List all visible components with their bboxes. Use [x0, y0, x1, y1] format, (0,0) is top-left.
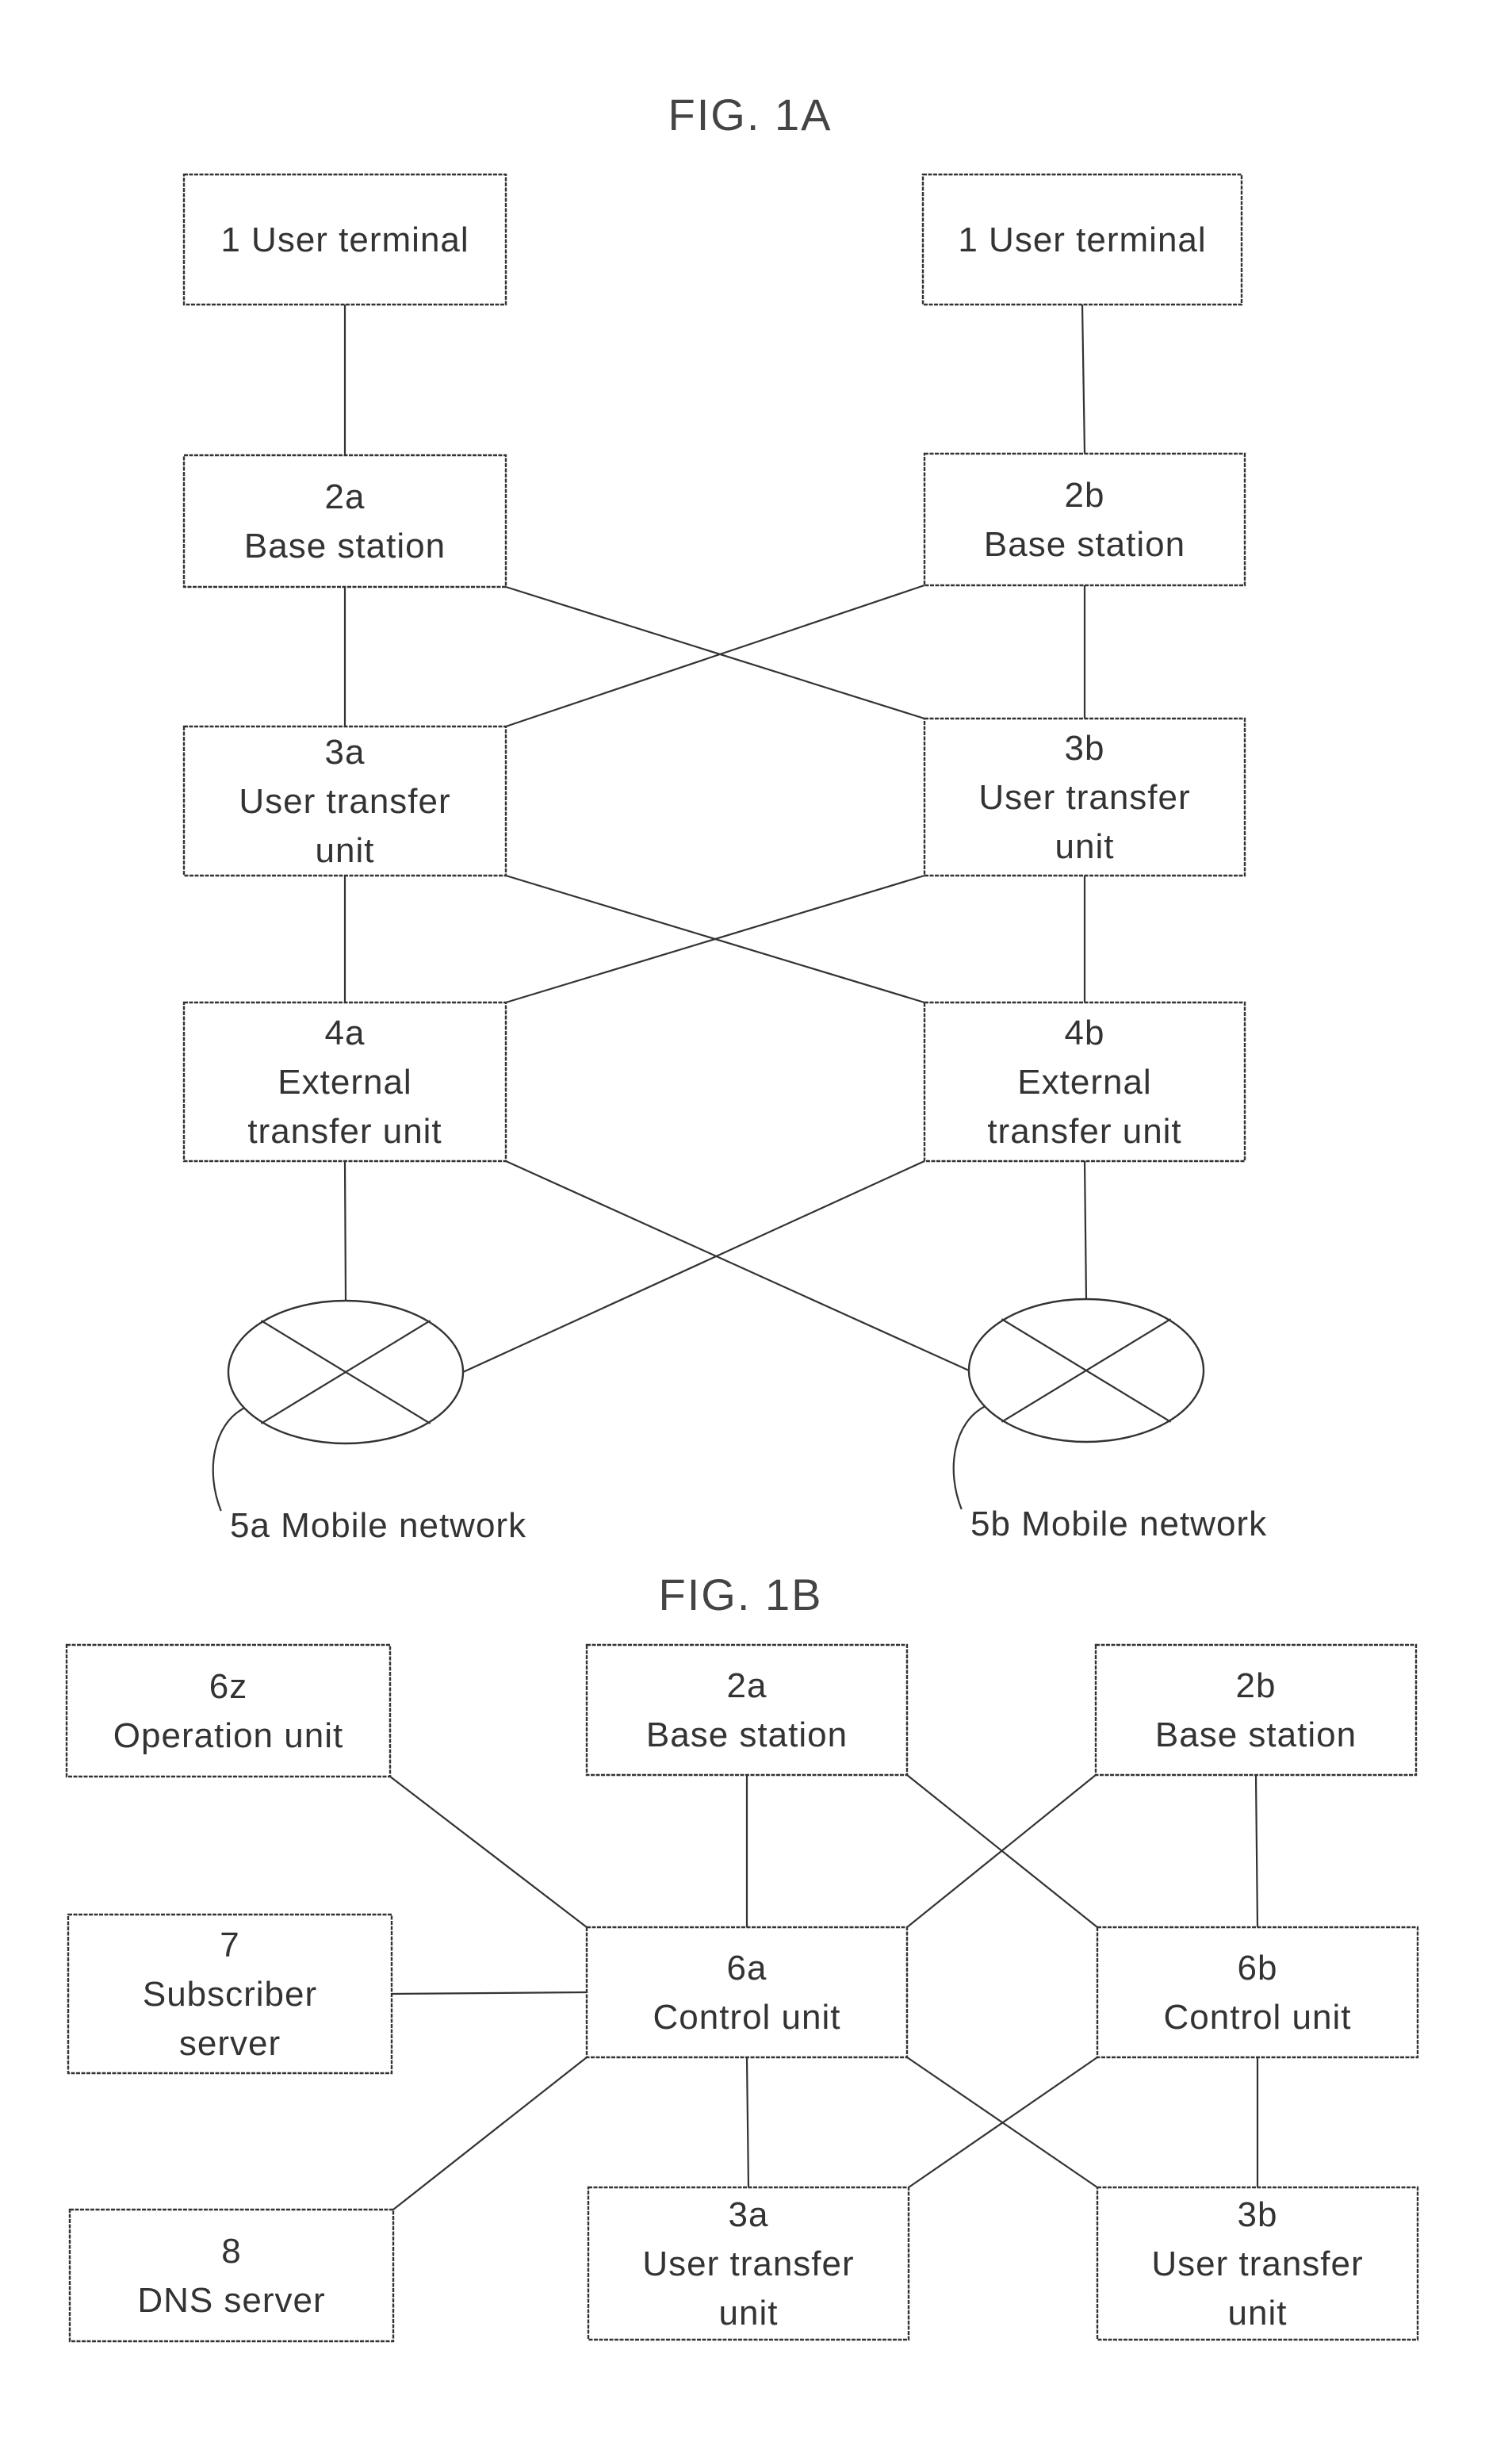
node-label: 1 User terminal — [958, 220, 1206, 259]
node-label: External — [1017, 1063, 1151, 1102]
node-label: User transfer — [642, 2244, 854, 2283]
node-label: User transfer — [239, 782, 450, 821]
node-box — [1094, 1643, 1418, 1777]
node-label: 2b — [1065, 476, 1105, 515]
node-label: 2a — [727, 1666, 767, 1705]
fig1a-node-ut-right: 1 User terminal — [921, 173, 1243, 306]
fig1a-link-etu_4a-net_5b — [505, 1160, 970, 1372]
leader-line — [212, 1407, 246, 1512]
patent-figure: 1 User terminal 1 User terminal 2a Base sta… — [65, 90, 1419, 2343]
node-label: 7 — [220, 1926, 239, 1965]
fig1b-node-op-6z: 6z Operation unit — [65, 1643, 392, 1778]
node-label: External — [278, 1063, 411, 1102]
fig1b-node-bs-2b: 2b Base station — [1094, 1643, 1418, 1777]
node-label: User transfer — [978, 778, 1190, 817]
node-label: unit — [1228, 2294, 1288, 2333]
fig1a-net-5a: 5a Mobile network — [212, 1299, 526, 1545]
node-label: 2b — [1236, 1666, 1277, 1705]
node-box — [68, 2208, 395, 2343]
node-label: Subscriber — [143, 1975, 317, 2014]
fig1a-link-etu_4a-net_5a — [343, 1160, 347, 1301]
node-label: server — [179, 2024, 281, 2063]
node-box — [585, 1926, 909, 2059]
fig1a-net-5b: 5b Mobile network — [952, 1298, 1267, 1543]
node-label: User transfer — [1151, 2244, 1363, 2283]
node-label: 3a — [729, 2195, 769, 2234]
node-label: unit — [719, 2294, 779, 2333]
node-label: Base station — [984, 525, 1185, 564]
fig1b-node-bs-2a: 2a Base station — [585, 1643, 909, 1777]
node-label: Base station — [244, 527, 446, 565]
node-label: Control unit — [653, 1998, 840, 2037]
leader-line — [952, 1405, 986, 1510]
node-label: Operation unit — [113, 1716, 343, 1755]
fig1b-link-bs_2b-cu_6b — [1254, 1774, 1259, 1928]
fig-1b-title: FIG. 1B — [659, 1570, 823, 1620]
fig1a-node-etu-4a: 4a External transfer unit — [182, 1001, 507, 1163]
node-box — [182, 454, 507, 588]
fig1a-node-etu-4b: 4b External transfer unit — [923, 1001, 1246, 1163]
fig1a-node-bs-2a: 2a Base station — [182, 454, 507, 588]
network-label: 5a Mobile network — [230, 1506, 526, 1545]
fig1a-node-bs-2b: 2b Base station — [923, 452, 1246, 587]
fig1a-node-ut-left: 1 User terminal — [182, 173, 507, 306]
node-label: DNS server — [137, 2281, 325, 2320]
fig1b-node-sub-7: 7 Subscriber server — [67, 1913, 393, 2075]
network-label: 5b Mobile network — [970, 1505, 1267, 1543]
node-label: 8 — [221, 2232, 241, 2271]
fig1b-node-dns-8: 8 DNS server — [68, 2208, 395, 2343]
node-label: 6z — [209, 1667, 247, 1706]
node-label: Control unit — [1163, 1998, 1351, 2037]
node-label: transfer unit — [987, 1112, 1181, 1151]
fig1a-link-etu_4b-net_5b — [1083, 1160, 1088, 1300]
fig1b-link-dns_8-cu_6a — [392, 2057, 588, 2210]
node-label: 3b — [1238, 2195, 1278, 2234]
connections — [343, 304, 1259, 2210]
node-label: 3b — [1065, 729, 1105, 768]
node-label: Base station — [1155, 1715, 1357, 1754]
fig1b-link-sub_7-cu_6a — [391, 1991, 588, 1995]
node-box — [585, 1643, 909, 1777]
node-label: 4a — [325, 1014, 366, 1052]
fig1b-node-utu-3b: 3b User transfer unit — [1096, 2186, 1419, 2341]
fig1b-link-cu_6a-utu_3a — [745, 2057, 750, 2188]
node-label: 1 User terminal — [220, 220, 469, 259]
fig-1a-title: FIG. 1A — [668, 90, 833, 140]
node-box — [1096, 1926, 1419, 2059]
node-label: 6a — [727, 1949, 767, 1988]
node-label: 2a — [325, 477, 366, 516]
node-box — [65, 1643, 392, 1778]
fig1a-link-ut_right-bs_2b — [1081, 304, 1086, 454]
fig1a-node-utu-3a: 3a User transfer unit — [182, 725, 507, 877]
fig1a-link-etu_4b-net_5a — [462, 1160, 925, 1374]
fig1b-node-cu-6a: 6a Control unit — [585, 1926, 909, 2059]
fig1b-node-cu-6b: 6b Control unit — [1096, 1926, 1419, 2059]
node-label: Base station — [646, 1715, 848, 1754]
nodes: 1 User terminal 1 User terminal 2a Base sta… — [65, 173, 1419, 2343]
fig1b-link-op_6z-cu_6a — [389, 1776, 588, 1928]
node-box — [923, 452, 1246, 587]
node-label: 6b — [1238, 1949, 1278, 1988]
fig1b-node-utu-3a: 3a User transfer unit — [587, 2186, 910, 2341]
node-label: 3a — [325, 733, 366, 772]
node-label: 4b — [1065, 1014, 1105, 1052]
node-label: unit — [1055, 827, 1115, 866]
fig1a-node-utu-3b: 3b User transfer unit — [923, 717, 1246, 877]
node-label: unit — [316, 831, 375, 870]
node-label: transfer unit — [247, 1112, 442, 1151]
